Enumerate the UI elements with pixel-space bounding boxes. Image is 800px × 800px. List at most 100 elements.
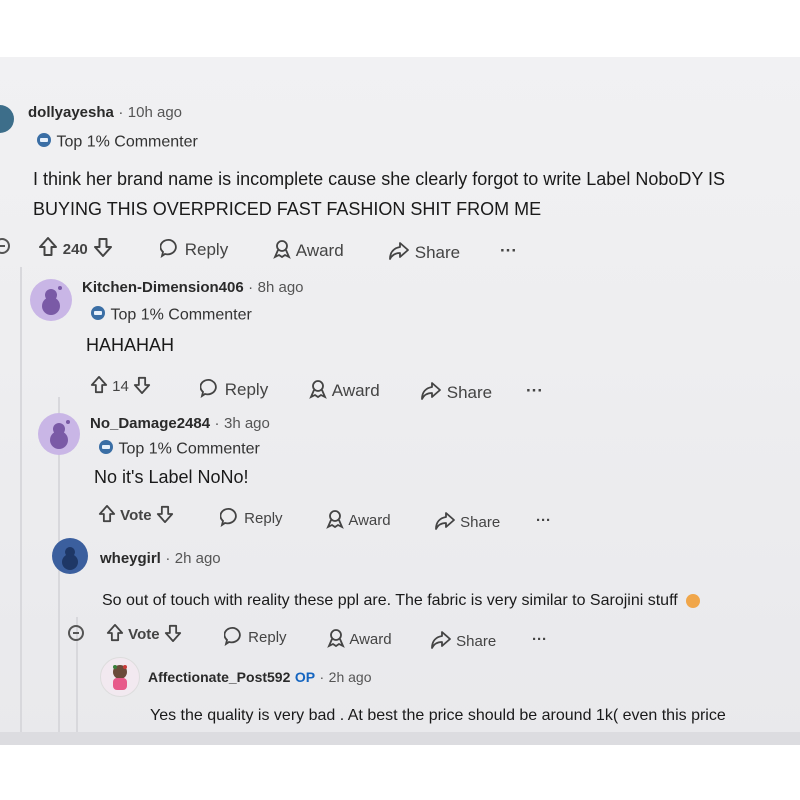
- reply-label: Reply: [224, 379, 269, 399]
- comment-body-line: BUYING THIS OVERPRICED FAST FASHION SHIT…: [33, 199, 542, 219]
- timestamp[interactable]: 2h ago: [329, 669, 372, 685]
- vote-group: Vote: [98, 504, 174, 528]
- collapse-icon[interactable]: [68, 625, 84, 641]
- comment-body: HAHAHAH: [86, 335, 175, 355]
- award-button[interactable]: Award: [308, 379, 380, 404]
- more-options-icon[interactable]: ···: [526, 381, 543, 401]
- more-options-icon[interactable]: ···: [536, 512, 551, 529]
- screen: dollyayesha · 10h ago Top 1% Commenter I…: [0, 57, 800, 745]
- username[interactable]: Kitchen-Dimension406: [82, 279, 244, 296]
- user-flair: Top 1% Commenter: [98, 439, 260, 460]
- reply-button[interactable]: Reply: [159, 238, 229, 263]
- award-label: Award: [349, 630, 392, 648]
- share-icon: [434, 511, 456, 535]
- comment-header: Kitchen-Dimension406 · 8h ago: [82, 279, 304, 297]
- award-label: Award: [348, 511, 391, 529]
- vote-group: 14: [90, 375, 151, 399]
- share-button[interactable]: Share: [420, 381, 492, 406]
- avatar[interactable]: [0, 105, 14, 133]
- upvote-icon[interactable]: [38, 236, 58, 263]
- reply-label: Reply: [184, 239, 229, 259]
- reply-icon: [219, 507, 240, 531]
- comment-body: No it's Label NoNo!: [94, 467, 249, 487]
- separator: ·: [165, 550, 171, 567]
- downvote-icon[interactable]: [164, 623, 182, 647]
- share-label: Share: [414, 242, 461, 262]
- reply-icon: [223, 626, 244, 650]
- reply-label: Reply: [244, 509, 283, 527]
- downvote-icon[interactable]: [133, 375, 151, 399]
- username[interactable]: No_Damage2484: [90, 415, 210, 432]
- share-label: Share: [456, 632, 497, 650]
- vote-label: Vote: [128, 625, 160, 643]
- upvote-icon[interactable]: [106, 623, 124, 647]
- flair-icon: [98, 439, 114, 460]
- reply-button[interactable]: Reply: [219, 507, 283, 531]
- flair-icon: [36, 132, 52, 153]
- comment-body: Yes the quality is very bad . At best th…: [150, 707, 726, 724]
- award-icon: [325, 509, 345, 533]
- separator: ·: [214, 415, 220, 432]
- vote-count: 240: [62, 240, 88, 258]
- share-button[interactable]: Share: [434, 511, 500, 535]
- downvote-icon[interactable]: [93, 236, 113, 263]
- snoo-icon: [62, 547, 78, 570]
- snoo-icon: [50, 420, 70, 449]
- separator: ·: [248, 279, 254, 296]
- op-badge: OP: [294, 669, 316, 685]
- vote-group: 240: [38, 236, 113, 263]
- reply-icon: [199, 378, 220, 403]
- username[interactable]: dollyayesha: [28, 104, 114, 121]
- comment-header: wheygirl · 2h ago: [100, 550, 221, 568]
- share-icon: [388, 241, 410, 266]
- upvote-icon[interactable]: [98, 504, 116, 528]
- username[interactable]: wheygirl: [100, 550, 161, 567]
- comment-header: dollyayesha · 10h ago: [28, 104, 182, 122]
- flair-text: Top 1% Commenter: [110, 306, 252, 324]
- more-options-icon[interactable]: ···: [500, 241, 517, 261]
- emoji-icon: [686, 593, 701, 608]
- vote-group: Vote: [106, 623, 182, 647]
- award-button[interactable]: Award: [272, 239, 344, 264]
- award-icon: [326, 628, 346, 652]
- comment-header: No_Damage2484 · 3h ago: [90, 415, 270, 433]
- timestamp[interactable]: 8h ago: [258, 279, 304, 296]
- award-icon: [272, 239, 292, 264]
- collapse-icon[interactable]: [0, 238, 10, 254]
- more-options-icon[interactable]: ···: [532, 631, 547, 648]
- user-flair: Top 1% Commenter: [90, 305, 252, 326]
- thread-line[interactable]: [20, 267, 22, 745]
- upvote-icon[interactable]: [90, 375, 108, 399]
- custom-avatar-icon: [113, 665, 127, 690]
- award-label: Award: [331, 380, 380, 400]
- share-icon: [420, 381, 442, 406]
- snoo-icon: [42, 286, 62, 315]
- share-icon: [430, 630, 452, 654]
- separator: ·: [319, 669, 325, 685]
- flair-text: Top 1% Commenter: [118, 440, 260, 458]
- share-button[interactable]: Share: [430, 630, 496, 654]
- flair-icon: [90, 305, 106, 326]
- avatar[interactable]: [52, 538, 88, 574]
- username[interactable]: Affectionate_Post592: [148, 669, 290, 685]
- vote-count: 14: [112, 377, 129, 395]
- share-button[interactable]: Share: [388, 241, 460, 266]
- award-icon: [308, 379, 328, 404]
- avatar[interactable]: [38, 413, 80, 455]
- award-button[interactable]: Award: [325, 509, 391, 533]
- avatar[interactable]: [100, 657, 140, 697]
- timestamp[interactable]: 3h ago: [224, 415, 270, 432]
- reply-button[interactable]: Reply: [199, 378, 269, 403]
- downvote-icon[interactable]: [156, 504, 174, 528]
- vote-label: Vote: [120, 506, 152, 524]
- avatar[interactable]: [30, 279, 72, 321]
- share-label: Share: [446, 382, 493, 402]
- timestamp[interactable]: 2h ago: [175, 550, 221, 567]
- separator: ·: [118, 104, 124, 121]
- award-label: Award: [295, 240, 344, 260]
- user-flair: Top 1% Commenter: [36, 132, 198, 153]
- reply-icon: [159, 238, 180, 263]
- reply-button[interactable]: Reply: [223, 626, 287, 650]
- award-button[interactable]: Award: [326, 628, 392, 652]
- timestamp[interactable]: 10h ago: [128, 104, 182, 121]
